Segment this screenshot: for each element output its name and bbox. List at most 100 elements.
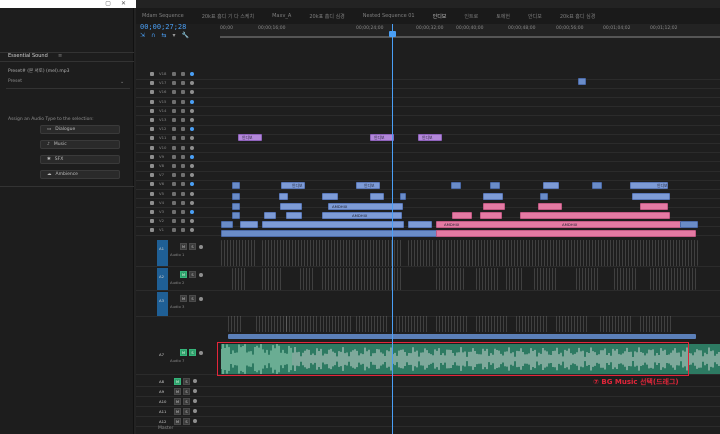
solo-button[interactable]: S bbox=[183, 398, 190, 405]
video-clip[interactable] bbox=[578, 78, 586, 85]
track-target-indicator[interactable] bbox=[157, 240, 168, 266]
toggle-sync-icon[interactable] bbox=[172, 108, 176, 113]
eye-icon[interactable] bbox=[190, 99, 194, 104]
audio-clip-a3[interactable] bbox=[640, 316, 672, 332]
film-icon[interactable] bbox=[181, 108, 185, 113]
audio-clip-a1[interactable] bbox=[408, 240, 434, 266]
video-clip[interactable] bbox=[436, 221, 686, 228]
toggle-sync-icon[interactable] bbox=[172, 228, 176, 233]
audio-clip-a2[interactable] bbox=[476, 268, 500, 290]
lock-icon[interactable] bbox=[150, 191, 154, 196]
lock-icon[interactable] bbox=[150, 164, 154, 168]
work-area-bar[interactable] bbox=[220, 36, 720, 38]
toggle-sync-icon[interactable] bbox=[172, 136, 176, 141]
audio-clip-a2[interactable] bbox=[262, 268, 282, 290]
video-clip[interactable] bbox=[286, 212, 302, 219]
track-target-indicator[interactable] bbox=[157, 292, 168, 316]
mute-button[interactable]: M bbox=[174, 388, 181, 395]
video-clip[interactable] bbox=[480, 212, 502, 219]
mute-button[interactable]: M bbox=[180, 295, 187, 302]
nest-icon[interactable]: ⇲ bbox=[140, 32, 145, 39]
microphone-icon[interactable] bbox=[193, 409, 197, 413]
solo-button[interactable]: S bbox=[183, 418, 190, 425]
audio-clip-a3[interactable] bbox=[286, 316, 318, 332]
audio-clip-a3[interactable] bbox=[556, 316, 588, 332]
video-clip[interactable] bbox=[232, 182, 240, 189]
film-icon[interactable] bbox=[181, 200, 185, 205]
tab-4[interactable]: Nested Sequence 01 bbox=[363, 13, 415, 19]
audio-clip-a3[interactable] bbox=[436, 316, 468, 332]
lock-icon[interactable] bbox=[150, 72, 154, 76]
tab-0[interactable]: Mdam Sequence bbox=[142, 13, 184, 19]
film-icon[interactable] bbox=[181, 182, 185, 187]
audio-clip-a2[interactable] bbox=[232, 268, 246, 290]
lock-icon[interactable] bbox=[150, 108, 154, 113]
mute-button[interactable]: M bbox=[180, 349, 187, 356]
solo-button[interactable]: S bbox=[189, 271, 196, 278]
lock-icon[interactable] bbox=[150, 182, 154, 187]
tab-2[interactable]: Maxv_A bbox=[272, 13, 291, 19]
audio-track-id[interactable]: A3 bbox=[159, 298, 169, 303]
toggle-sync-icon[interactable] bbox=[172, 173, 176, 178]
audio-track-id[interactable]: A9 bbox=[159, 389, 169, 394]
mute-button[interactable]: M bbox=[174, 418, 181, 425]
toggle-sync-icon[interactable] bbox=[172, 72, 176, 76]
chevron-down-icon[interactable]: ⌄ bbox=[120, 79, 124, 85]
video-clip[interactable] bbox=[483, 203, 505, 210]
audio-track-id[interactable]: A8 bbox=[159, 379, 169, 384]
audio-clip-a3[interactable] bbox=[476, 316, 508, 332]
tab-6[interactable]: 인트로 bbox=[464, 13, 478, 20]
film-icon[interactable] bbox=[181, 219, 185, 224]
lock-icon[interactable] bbox=[150, 219, 154, 224]
toggle-sync-icon[interactable] bbox=[172, 182, 176, 187]
audio-clip-a2[interactable] bbox=[650, 268, 696, 290]
snap-icon[interactable]: ∩ bbox=[151, 32, 155, 39]
toggle-sync-icon[interactable] bbox=[172, 210, 176, 214]
solo-button[interactable]: S bbox=[183, 408, 190, 415]
tab-9[interactable]: 20k표 흠디 심경 bbox=[560, 13, 595, 20]
video-clip[interactable] bbox=[280, 203, 302, 210]
film-icon[interactable] bbox=[181, 145, 185, 150]
solo-button[interactable]: S bbox=[189, 243, 196, 250]
audio-clip-a3[interactable] bbox=[256, 316, 288, 332]
audio-clip-a2[interactable] bbox=[534, 268, 558, 290]
microphone-icon[interactable] bbox=[193, 379, 197, 383]
video-clip[interactable] bbox=[232, 193, 240, 200]
linked-selection-icon[interactable]: ⇆ bbox=[161, 32, 166, 39]
video-clip[interactable] bbox=[640, 203, 668, 210]
toggle-sync-icon[interactable] bbox=[172, 118, 176, 122]
video-clip[interactable] bbox=[400, 193, 406, 200]
video-clip[interactable] bbox=[221, 230, 461, 237]
video-clip[interactable] bbox=[540, 193, 548, 200]
film-icon[interactable] bbox=[181, 127, 185, 132]
timecode-display[interactable]: 00;00;27;28 bbox=[140, 23, 186, 31]
audio-clip-a3[interactable] bbox=[320, 316, 352, 332]
video-clip[interactable] bbox=[322, 193, 338, 200]
film-icon[interactable] bbox=[181, 136, 185, 141]
video-clip[interactable] bbox=[680, 221, 698, 228]
eye-icon[interactable] bbox=[190, 72, 194, 76]
mute-button[interactable]: M bbox=[180, 243, 187, 250]
tab-3[interactable]: 20k표 흠디 심경 bbox=[309, 13, 344, 20]
film-icon[interactable] bbox=[181, 228, 185, 233]
wrench-icon[interactable]: 🔧 bbox=[181, 32, 188, 39]
audio-clip-a3[interactable] bbox=[516, 316, 548, 332]
audio-track-id[interactable]: A7 bbox=[159, 352, 169, 357]
lock-icon[interactable] bbox=[150, 154, 154, 159]
toggle-sync-icon[interactable] bbox=[172, 164, 176, 168]
film-icon[interactable] bbox=[181, 173, 185, 178]
toggle-sync-icon[interactable] bbox=[172, 127, 176, 132]
marker-icon[interactable]: ▾ bbox=[172, 32, 175, 39]
mute-button[interactable]: M bbox=[174, 378, 181, 385]
audio-clip-a2[interactable] bbox=[506, 268, 524, 290]
mute-button[interactable]: M bbox=[180, 271, 187, 278]
video-clip[interactable] bbox=[240, 221, 258, 228]
eye-icon[interactable] bbox=[190, 200, 194, 205]
lock-icon[interactable] bbox=[150, 81, 154, 86]
mute-button[interactable]: M bbox=[174, 408, 181, 415]
music-button[interactable]: ♪ Music bbox=[40, 140, 120, 149]
lock-icon[interactable] bbox=[150, 90, 154, 95]
lock-icon[interactable] bbox=[150, 173, 154, 178]
sfx-button[interactable]: ✱ SFX bbox=[40, 155, 120, 164]
solo-button[interactable]: S bbox=[183, 388, 190, 395]
